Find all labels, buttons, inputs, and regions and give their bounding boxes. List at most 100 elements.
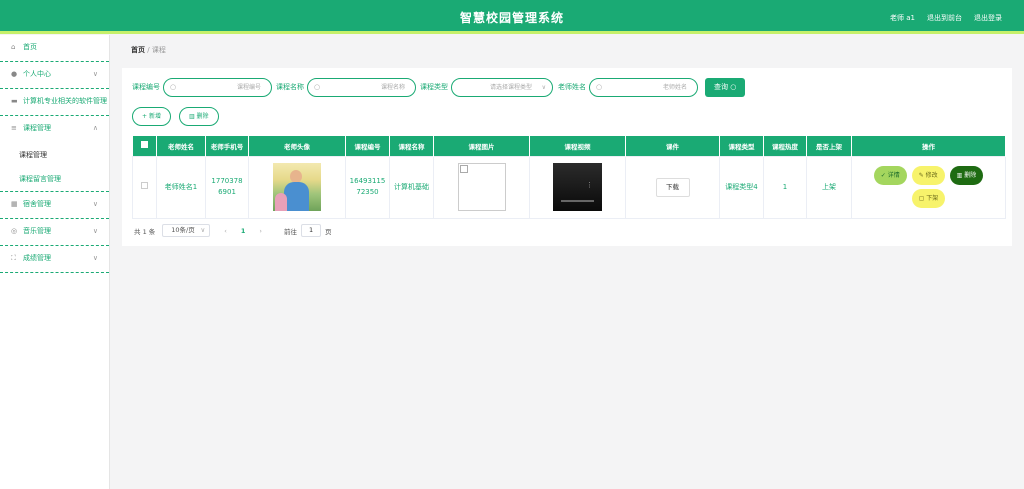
chevron-down-icon: ∨ xyxy=(92,254,98,262)
check-icon: ✓ xyxy=(880,172,888,179)
home-icon: ⌂ xyxy=(11,43,16,51)
current-user: 老师 a1 xyxy=(890,14,915,22)
chevron-down-icon: ∨ xyxy=(200,226,206,234)
compass-icon: ◎ xyxy=(11,227,18,235)
course-table: 老师姓名 老师手机号 老师头像 课程编号 课程名称 课程图片 课程视频 课件 课… xyxy=(132,136,1006,219)
teacher-name-label: 老师姓名 xyxy=(558,83,586,91)
app-title: 智慧校园管理系统 xyxy=(459,11,564,25)
col-header: 课程编号 xyxy=(345,136,390,156)
more-vertical-icon[interactable]: ⋮ xyxy=(586,180,593,191)
edit-button-label: 修改 xyxy=(925,172,938,179)
goto-page-input[interactable]: 1 xyxy=(301,224,322,237)
course-type-select[interactable]: 请选择课程类型 ∨ xyxy=(451,77,553,97)
next-page-button[interactable]: › xyxy=(259,227,262,235)
page-unit-label: 页 xyxy=(325,227,332,236)
user-icon: ● xyxy=(11,70,18,78)
courseware-cell: 下载 xyxy=(625,155,720,219)
pagination: 共 1 条 10条/页 ∨ ‹ 1 › 前往 1 页 xyxy=(134,224,332,237)
chat-icon: ▬ xyxy=(11,97,18,105)
col-header: 课程名称 xyxy=(389,136,434,156)
delete-button-label: 删除 xyxy=(964,172,977,179)
batch-delete-button[interactable]: ▥ 删除 xyxy=(178,107,219,126)
download-button[interactable]: 下载 xyxy=(655,177,690,197)
course-type-placeholder: 请选择课程类型 xyxy=(490,83,533,91)
goto-label: 前往 xyxy=(284,227,298,236)
sidebar-item-music[interactable]: ◎ 音乐管理 ∨ xyxy=(0,219,109,246)
chevron-down-icon: ∨ xyxy=(92,227,98,235)
select-all-checkbox[interactable] xyxy=(140,141,148,149)
sidebar-item-software[interactable]: ▬ 计算机专业相关的软件管理 xyxy=(0,89,109,116)
prev-page-button[interactable]: ‹ xyxy=(224,227,227,235)
row-select-cell[interactable] xyxy=(132,155,157,219)
broken-image-icon xyxy=(459,165,468,173)
course-no: 1649311572350 xyxy=(349,177,386,196)
course-name-cell: 计算机基础 xyxy=(389,155,434,219)
query-button[interactable]: 查询 ○ xyxy=(705,77,746,97)
course-no-cell: 1649311572350 xyxy=(345,155,390,219)
back-to-front-link[interactable]: 退出到前台 xyxy=(927,13,962,23)
teacher-name-cell: 老师姓名1 xyxy=(156,155,206,219)
chevron-down-icon: ∨ xyxy=(92,70,98,78)
col-header: 课程类型 xyxy=(719,136,764,156)
sidebar-subitem-course-comments[interactable]: 课程留言管理 xyxy=(0,167,109,191)
sidebar-item-grades[interactable]: ⛶ 成绩管理 ∨ xyxy=(0,246,109,273)
search-bar: 课程编号 ○ 课程编号 课程名称 ○ 课程名称 课程类型 请选择课程类型 ∨ 老… xyxy=(132,77,746,97)
course-no-label: 课程编号 xyxy=(132,83,160,91)
sidebar-subitem-course-manage[interactable]: 课程管理 xyxy=(0,143,109,167)
course-video-cell: ⋮ xyxy=(529,155,626,219)
sidebar-item-course[interactable]: ≡ 课程管理 ∧ xyxy=(0,116,109,143)
sidebar-item-profile[interactable]: ● 个人中心 ∨ xyxy=(0,62,109,89)
table-row: 老师姓名1 17703786901 1649311572350 计算机基础 ⋮ … xyxy=(132,155,1006,219)
course-type-label: 课程类型 xyxy=(420,83,448,91)
sidebar-item-home[interactable]: ⌂ 首页 xyxy=(0,35,109,62)
total-count: 共 1 条 xyxy=(134,227,156,236)
add-button-label: 新增 xyxy=(148,113,161,120)
sidebar-group-course: ≡ 课程管理 ∧ 课程管理 课程留言管理 xyxy=(0,116,109,192)
teacher-avatar-image xyxy=(273,163,321,211)
avatar-body xyxy=(284,182,309,211)
select-all-cell[interactable] xyxy=(132,136,157,156)
grid-icon: ▦ xyxy=(11,200,18,208)
trash-icon: ▥ xyxy=(188,113,197,120)
course-name-input[interactable]: ○ 课程名称 xyxy=(307,77,416,97)
course-heat-cell: 1 xyxy=(763,155,807,219)
sidebar-item-label: 计算机专业相关的软件管理 xyxy=(23,97,107,105)
batch-delete-label: 删除 xyxy=(196,113,209,120)
row-actions: ✓ 详情 ✎ 修改 ▥ 删除 ▢ 下架 xyxy=(869,166,989,208)
add-button[interactable]: + 新增 xyxy=(132,107,171,126)
offline-button[interactable]: ▢ 下架 xyxy=(911,189,946,208)
breadcrumb-current: 课程 xyxy=(151,46,166,54)
list-icon: ≡ xyxy=(11,124,17,132)
sidebar-item-label: 课程管理 xyxy=(23,124,51,132)
teacher-phone-cell: 17703786901 xyxy=(205,155,249,219)
course-name-placeholder: 课程名称 xyxy=(380,83,405,91)
teacher-name-placeholder: 老师姓名 xyxy=(662,83,687,91)
col-header: 课程图片 xyxy=(433,136,530,156)
course-no-input[interactable]: ○ 课程编号 xyxy=(163,77,272,97)
edit-button[interactable]: ✎ 修改 xyxy=(911,166,945,185)
row-checkbox[interactable] xyxy=(141,181,148,189)
teacher-name-input[interactable]: ○ 老师姓名 xyxy=(589,77,698,97)
video-progress-bar[interactable] xyxy=(561,200,594,202)
chevron-down-icon: ∨ xyxy=(92,200,98,208)
breadcrumb-separator: / xyxy=(147,46,150,54)
page-size-select[interactable]: 10条/页 ∨ xyxy=(162,224,211,237)
sidebar-item-label: 音乐管理 xyxy=(23,227,51,235)
edit-icon: ✎ xyxy=(918,172,926,179)
detail-button-label: 详情 xyxy=(887,172,900,179)
operations-cell: ✓ 详情 ✎ 修改 ▥ 删除 ▢ 下架 xyxy=(851,155,1006,219)
search-icon: ○ xyxy=(596,82,603,91)
detail-button[interactable]: ✓ 详情 xyxy=(873,166,907,185)
current-page-number[interactable]: 1 xyxy=(241,227,246,235)
logout-link[interactable]: 退出登录 xyxy=(974,13,1002,23)
course-video-player[interactable]: ⋮ xyxy=(553,163,602,211)
breadcrumb-home[interactable]: 首页 xyxy=(131,46,145,54)
sidebar-item-dorm[interactable]: ▦ 宿舍管理 ∨ xyxy=(0,192,109,219)
header-user-area: 老师 a1 退出到前台 退出登录 xyxy=(890,13,1002,23)
col-header: 是否上架 xyxy=(806,136,852,156)
delete-button[interactable]: ▥ 删除 xyxy=(949,166,984,185)
search-icon: ○ xyxy=(314,82,321,91)
table-header-row: 老师姓名 老师手机号 老师头像 课程编号 课程名称 课程图片 课程视频 课件 课… xyxy=(132,136,1006,156)
teacher-phone: 17703786901 xyxy=(211,177,243,196)
plus-icon: + xyxy=(142,113,149,120)
